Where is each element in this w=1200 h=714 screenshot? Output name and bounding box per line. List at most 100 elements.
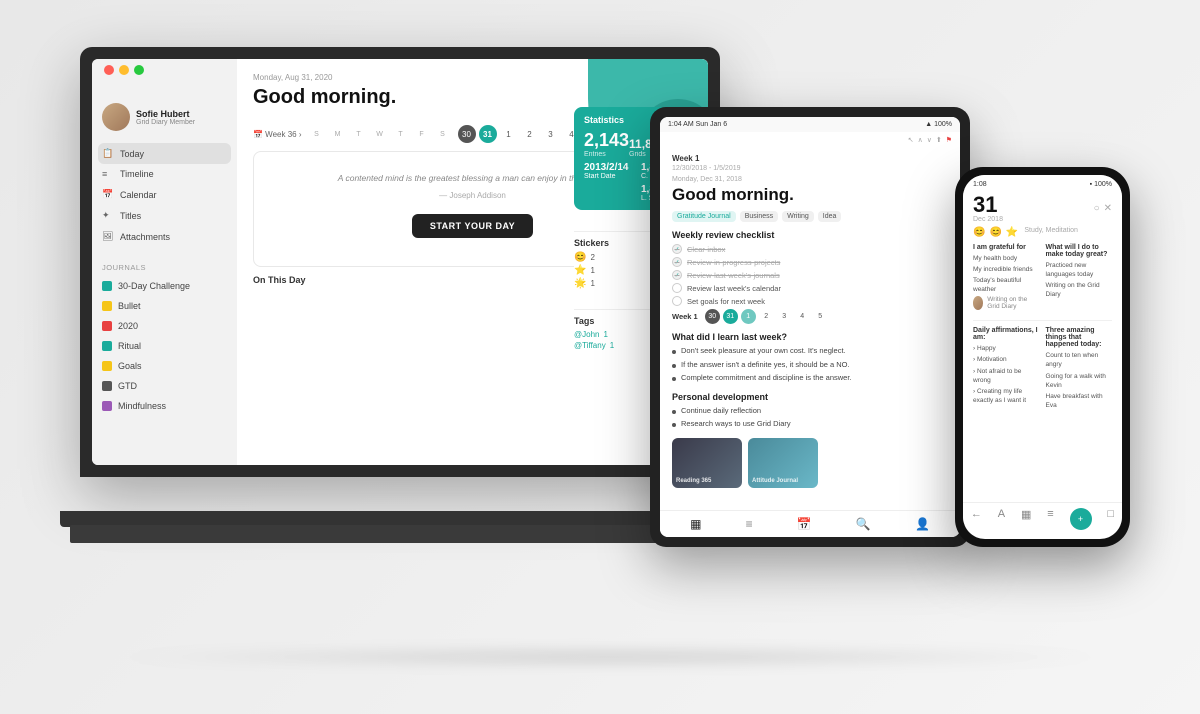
journal-item-bullet[interactable]: Bullet bbox=[92, 296, 237, 316]
check-done-icon-2: ✓ bbox=[672, 257, 682, 267]
amazing-2: Going for a walk with Kevin bbox=[1046, 372, 1113, 390]
stats-entries-label: Entries bbox=[584, 151, 629, 158]
check-done-icon-3: ✓ bbox=[672, 270, 682, 280]
tablet-bottom-bar: ▦ ≡ 📅 🔍 👤 bbox=[660, 510, 960, 537]
day-1[interactable]: 1 bbox=[500, 125, 518, 143]
tw-day-4[interactable]: 4 bbox=[795, 309, 810, 324]
learned-item-1: Don't seek pleasure at your own cost. It… bbox=[672, 346, 948, 357]
day-hdr-t1: T bbox=[350, 131, 368, 138]
journal-thumb-attitude[interactable]: Attitude Journal bbox=[748, 438, 818, 488]
main-scene: Sofie Hubert Grid Diary Member 📋 Today ≡… bbox=[50, 27, 1150, 687]
bullet-dot-pd1 bbox=[672, 410, 676, 414]
bullet-dot-pd2 bbox=[672, 423, 676, 427]
phone-font-icon[interactable]: A bbox=[998, 508, 1005, 530]
tablet-bottom-grid[interactable]: ▦ bbox=[690, 517, 701, 531]
day-2[interactable]: 2 bbox=[521, 125, 539, 143]
affirmation-2: › Motivation bbox=[973, 355, 1040, 364]
tag-chip-business[interactable]: Business bbox=[740, 211, 778, 222]
day-3[interactable]: 3 bbox=[542, 125, 560, 143]
today-great-title: What will I do to make today great? bbox=[1046, 244, 1113, 258]
journal-item-ritual[interactable]: Ritual bbox=[92, 336, 237, 356]
tag-chip-gratitude[interactable]: Gratitude Journal bbox=[672, 211, 736, 222]
tablet-nav-down[interactable]: ∨ bbox=[927, 136, 932, 144]
tablet-date-small: Monday, Dec 31, 2018 bbox=[672, 176, 948, 183]
tablet-bottom-person[interactable]: 👤 bbox=[915, 517, 930, 531]
journals-section-label: Journals bbox=[92, 255, 237, 276]
tablet-journals-row: Reading 365 Attitude Journal bbox=[672, 438, 948, 488]
tag-label-tiffany: @Tiffany bbox=[574, 341, 606, 350]
phone-add-button[interactable]: + bbox=[1070, 508, 1092, 530]
tablet-nav-up[interactable]: ∧ bbox=[918, 136, 923, 144]
tablet-expand-icon[interactable]: ↖ bbox=[908, 136, 914, 144]
tw-day-1[interactable]: 1 bbox=[741, 309, 756, 324]
journal-item-gtd[interactable]: GTD bbox=[92, 376, 237, 396]
tablet-share-icon[interactable]: ⬆ bbox=[936, 136, 942, 144]
phone-square-icon[interactable]: □ bbox=[1107, 508, 1114, 530]
phone-sticker-2: 😊 bbox=[989, 227, 1001, 238]
phone-sticker-1: 😊 bbox=[973, 227, 985, 238]
today-icon: 📋 bbox=[102, 148, 114, 159]
day-hdr-s1: S bbox=[308, 131, 326, 138]
journal-item-30day[interactable]: 30-Day Challenge bbox=[92, 276, 237, 296]
checklist-review-calendar: Review last week's calendar bbox=[672, 283, 948, 293]
sidebar-user-profile[interactable]: Sofie Hubert Grid Diary Member bbox=[92, 95, 237, 143]
journal-label-bullet: Bullet bbox=[118, 301, 141, 311]
today-great-item-2: Writing on the Grid Diary bbox=[1046, 281, 1113, 299]
sidebar-item-timeline[interactable]: ≡ Timeline bbox=[92, 164, 237, 184]
close-button[interactable] bbox=[104, 65, 114, 75]
maximize-button[interactable] bbox=[134, 65, 144, 75]
checklist-set-goals: Set goals for next week bbox=[672, 296, 948, 306]
stats-start-date: 2013/2/14 Start Date bbox=[584, 162, 637, 180]
journal-item-mindfulness[interactable]: Mindfulness bbox=[92, 396, 237, 416]
tw-day-5[interactable]: 5 bbox=[813, 309, 828, 324]
phone-moon-icon[interactable]: ○ bbox=[1094, 203, 1100, 214]
day-30[interactable]: 30 bbox=[458, 125, 476, 143]
day-31[interactable]: 31 bbox=[479, 125, 497, 143]
laptop-screen: Sofie Hubert Grid Diary Member 📋 Today ≡… bbox=[92, 59, 708, 465]
tw-day-31[interactable]: 31 bbox=[723, 309, 738, 324]
tw-day-2[interactable]: 2 bbox=[759, 309, 774, 324]
phone-nav-icon[interactable]: ✕ bbox=[1104, 203, 1112, 214]
journal-thumb-reading-label: Reading 365 bbox=[676, 478, 711, 484]
minimize-button[interactable] bbox=[119, 65, 129, 75]
journal-thumb-reading[interactable]: Reading 365 bbox=[672, 438, 742, 488]
affirmation-4: › Creating my life exactly as I want it bbox=[973, 387, 1040, 405]
tablet-bottom-search[interactable]: 🔍 bbox=[856, 517, 871, 531]
checklist-label-4: Review last week's calendar bbox=[687, 284, 781, 293]
sidebar-item-calendar[interactable]: 📅 Calendar bbox=[92, 184, 237, 205]
tag-chip-idea[interactable]: Idea bbox=[818, 211, 842, 222]
sidebar-item-today[interactable]: 📋 Today bbox=[98, 143, 231, 164]
phone-device: 1:08 ▪ 100% 31 Dec 2018 ○ ✕ 😊 😊 ⭐ Study,… bbox=[955, 167, 1130, 547]
phone-battery-icon: ▪ 100% bbox=[1090, 181, 1112, 188]
tablet-flag-icon[interactable]: ⚑ bbox=[946, 136, 952, 144]
tablet-bottom-calendar[interactable]: 📅 bbox=[797, 517, 812, 531]
bullet-dot-3 bbox=[672, 377, 676, 381]
learned-item-2: If the answer isn't a definite yes, it s… bbox=[672, 360, 948, 371]
phone-list-icon[interactable]: ≡ bbox=[1047, 508, 1053, 530]
tw-day-3[interactable]: 3 bbox=[777, 309, 792, 324]
tag-chip-writing[interactable]: Writing bbox=[782, 211, 814, 222]
stats-start-date-val: 2013/2/14 bbox=[584, 162, 637, 173]
amazing-3: Have breakfast with Eva bbox=[1046, 392, 1113, 410]
phone-day-big: 31 bbox=[973, 194, 1003, 216]
sidebar-item-attachments[interactable]: 🖼 Attachments bbox=[92, 226, 237, 247]
journal-item-goals[interactable]: Goals bbox=[92, 356, 237, 376]
grateful-column: I am grateful for My health body My incr… bbox=[973, 244, 1040, 314]
journal-item-2020[interactable]: 2020 bbox=[92, 316, 237, 336]
today-great-column: What will I do to make today great? Prac… bbox=[1046, 244, 1113, 314]
journal-label-mindfulness: Mindfulness bbox=[118, 401, 166, 411]
sidebar-item-titles[interactable]: ✦ Titles bbox=[92, 205, 237, 226]
phone-grid-icon[interactable]: ▦ bbox=[1021, 508, 1031, 530]
journal-dot-ritual bbox=[102, 341, 112, 351]
phone-status-bar: 1:08 ▪ 100% bbox=[963, 175, 1122, 190]
tablet-bottom-list[interactable]: ≡ bbox=[746, 517, 753, 531]
journal-dot-gtd bbox=[102, 381, 112, 391]
journal-label-gtd: GTD bbox=[118, 381, 137, 391]
tablet-checklist-title: Weekly review checklist bbox=[672, 230, 948, 240]
tablet-greeting: Good morning. bbox=[672, 185, 948, 205]
stats-entries-value: 2,143 bbox=[584, 131, 629, 151]
start-your-day-button[interactable]: START YOUR DAY bbox=[412, 214, 533, 238]
phone-back-icon[interactable]: ← bbox=[971, 508, 982, 530]
tw-day-30[interactable]: 30 bbox=[705, 309, 720, 324]
tablet-learned-title: What did I learn last week? bbox=[672, 332, 948, 342]
